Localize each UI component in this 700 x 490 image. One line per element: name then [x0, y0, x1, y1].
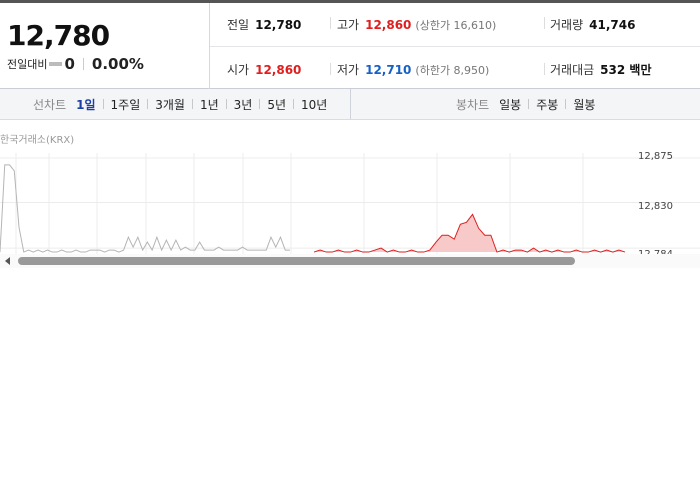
volume-value: 41,746: [589, 18, 636, 32]
divider: [528, 99, 530, 109]
current-price-box: 12,780 전일대비 0 0.00%: [0, 3, 210, 89]
prev-close: 전일 12,780: [227, 16, 301, 33]
divider: [82, 58, 84, 70]
divider: [102, 99, 104, 109]
upper-limit: (상한가 16,610): [415, 19, 497, 32]
flat-icon: [49, 62, 63, 66]
current-price: 12,780: [7, 19, 110, 52]
high-label: 고가: [337, 18, 360, 32]
volume: 거래량 41,746: [550, 16, 635, 33]
open-price: 시가 12,860: [227, 61, 301, 78]
volume-label: 거래량: [550, 18, 584, 32]
quote-panel: 12,780 전일대비 0 0.00% 전일 12,780 고가 12,860 (상한…: [0, 0, 700, 89]
quote-info: 전일 12,780 고가 12,860 (상한가 16,610) 거래량 41,746 …: [210, 3, 700, 89]
tab-1d[interactable]: 1일: [76, 96, 95, 113]
scrollbar-thumb[interactable]: [18, 257, 575, 265]
divider: [565, 99, 567, 109]
tab-daily[interactable]: 일봉: [499, 96, 521, 113]
divider: [330, 17, 331, 29]
low-value: 12,710: [365, 63, 412, 77]
tab-3m[interactable]: 3개월: [155, 96, 185, 113]
quote-info-row-1: 전일 12,780 고가 12,860 (상한가 16,610) 거래량 41,746: [210, 3, 700, 47]
tab-10y[interactable]: 10년: [301, 96, 327, 113]
high-price: 고가 12,860 (상한가 16,610): [337, 16, 496, 33]
change-percent: 0.00%: [91, 55, 144, 73]
divider: [350, 89, 351, 119]
chart-tab-bar: 선차트 1일 1주일 3개월 1년 3년 5년 10년 봉차트 일봉 주봉 월봉: [0, 89, 700, 120]
open-label: 시가: [227, 63, 250, 77]
tab-weekly[interactable]: 주봉: [536, 96, 558, 113]
tab-monthly[interactable]: 월봉: [573, 96, 595, 113]
scroll-left-icon[interactable]: [5, 257, 10, 265]
change-row: 전일대비 0 0.00%: [7, 55, 144, 73]
chart-scrollbar[interactable]: [0, 254, 700, 268]
line-chart-label: 선차트: [33, 97, 67, 112]
low-price: 저가 12,710 (하한가 8,950): [337, 61, 489, 78]
trade-amount: 거래대금 532 백만: [550, 61, 651, 78]
divider: [225, 99, 227, 109]
tab-3y[interactable]: 3년: [234, 96, 253, 113]
intraday-chart: [0, 153, 700, 268]
series-area-fill: [314, 214, 625, 253]
prev-close-label: 전일: [227, 18, 250, 32]
change-value: 0: [64, 55, 75, 73]
lower-limit: (하한가 8,950): [415, 64, 490, 77]
amount-value: 532 백만: [600, 63, 652, 77]
quote-info-row-2: 시가 12,860 저가 12,710 (하한가 8,950) 거래대금 532 백만: [210, 47, 700, 89]
divider: [191, 99, 193, 109]
tab-1w[interactable]: 1주일: [111, 96, 141, 113]
candle-chart-tabs: 봉차트 일봉 주봉 월봉: [456, 89, 595, 119]
tab-5y[interactable]: 5년: [267, 96, 286, 113]
low-label: 저가: [337, 63, 360, 77]
line-chart-tabs: 선차트 1일 1주일 3개월 1년 3년 5년 10년: [33, 89, 327, 119]
divider: [544, 17, 545, 29]
open-value: 12,860: [255, 63, 302, 77]
divider: [330, 63, 331, 75]
amount-label: 거래대금: [550, 63, 595, 77]
y-tick-label: 12,830: [638, 201, 673, 212]
prev-close-value: 12,780: [255, 18, 302, 32]
divider: [259, 99, 261, 109]
tab-1y[interactable]: 1년: [200, 96, 219, 113]
divider: [293, 99, 295, 109]
candle-chart-label: 봉차트: [456, 97, 490, 112]
divider: [147, 99, 149, 109]
high-value: 12,860: [365, 18, 412, 32]
change-label: 전일대비: [7, 58, 48, 71]
y-tick-label: 12,875: [638, 151, 673, 162]
divider: [544, 63, 545, 75]
series-line: [0, 164, 290, 253]
chart-series: [0, 164, 626, 253]
